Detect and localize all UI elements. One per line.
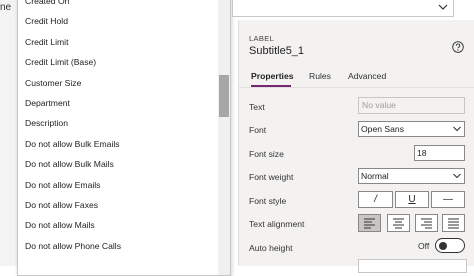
question-circle-icon[interactable] [452, 41, 464, 53]
auto-height-toggle[interactable] [435, 238, 465, 253]
next-property-input[interactable] [358, 259, 467, 273]
auto-height-state-label: Off [418, 241, 430, 251]
italic-button[interactable]: / [358, 191, 393, 208]
font-weight-label: Font weight [249, 172, 294, 182]
panel-divider [238, 20, 239, 266]
canvas-edge: ne [0, 0, 18, 266]
canvas-label-fragment: ne [0, 2, 12, 13]
field-list-item[interactable]: Do not allow Mails [18, 215, 216, 235]
field-list-item[interactable]: Do not allow Emails [18, 175, 216, 195]
font-property-label: Font [249, 125, 267, 135]
align-left-button[interactable] [358, 214, 381, 232]
field-list-item[interactable]: Do not allow Bulk Emails [18, 134, 216, 154]
field-dropdown[interactable]: Created On Credit Hold Credit Limit Credit … [17, 0, 231, 276]
underline-button-label: U [408, 194, 416, 205]
align-left-icon [364, 218, 375, 229]
align-justify-button[interactable] [442, 214, 465, 232]
chevron-down-icon[interactable] [436, 0, 450, 14]
chevron-down-icon[interactable] [452, 171, 462, 181]
font-select-value: Open Sans [361, 124, 404, 134]
field-list-item[interactable]: Department [18, 93, 216, 113]
font-size-label: Font size [249, 149, 284, 159]
align-right-button[interactable] [415, 214, 438, 232]
field-select-input[interactable] [232, 0, 454, 17]
field-list-item[interactable]: Description [18, 113, 216, 133]
align-center-icon [393, 218, 404, 229]
tab-properties[interactable]: Properties [251, 71, 294, 81]
tab-advanced[interactable]: Advanced [348, 71, 386, 81]
auto-height-label: Auto height [249, 243, 293, 253]
tabs-divider [238, 87, 474, 88]
text-property-label: Text [249, 102, 265, 112]
align-center-button[interactable] [387, 214, 410, 232]
font-style-label: Font style [249, 196, 287, 206]
field-list-item[interactable]: Credit Limit (Base) [18, 52, 216, 72]
strikethrough-button[interactable]: — [431, 191, 465, 208]
field-list-item[interactable]: Customer Size [18, 73, 216, 93]
text-value-placeholder: No value [362, 100, 396, 110]
scrollbar-thumb[interactable] [219, 75, 229, 117]
field-list-item[interactable]: Credit Limit [18, 32, 216, 52]
tab-rules[interactable]: Rules [309, 71, 331, 81]
field-list-item[interactable]: Credit Hold [18, 11, 216, 31]
italic-button-label: / [374, 194, 377, 205]
align-justify-icon [448, 218, 459, 229]
align-right-icon [421, 218, 432, 229]
dropdown-scrollbar[interactable] [218, 0, 230, 275]
toggle-knob [439, 241, 447, 250]
field-list-item[interactable]: Created On [18, 0, 216, 11]
field-list: Created On Credit Hold Credit Limit Credit … [18, 0, 216, 256]
chevron-down-icon[interactable] [452, 124, 462, 134]
strikethrough-button-label: — [443, 194, 453, 205]
underline-button[interactable]: U [395, 191, 429, 208]
font-size-value: 18 [417, 148, 427, 158]
font-weight-value: Normal [361, 171, 389, 181]
text-alignment-label: Text alignment [249, 219, 305, 229]
field-list-item[interactable]: Do not allow Phone Calls [18, 236, 216, 256]
control-type-label: LABEL [249, 34, 275, 43]
field-list-item[interactable]: Do not allow Bulk Mails [18, 154, 216, 174]
control-name: Subtitle5_1 [249, 45, 305, 57]
field-list-item[interactable]: Do not allow Faxes [18, 195, 216, 215]
